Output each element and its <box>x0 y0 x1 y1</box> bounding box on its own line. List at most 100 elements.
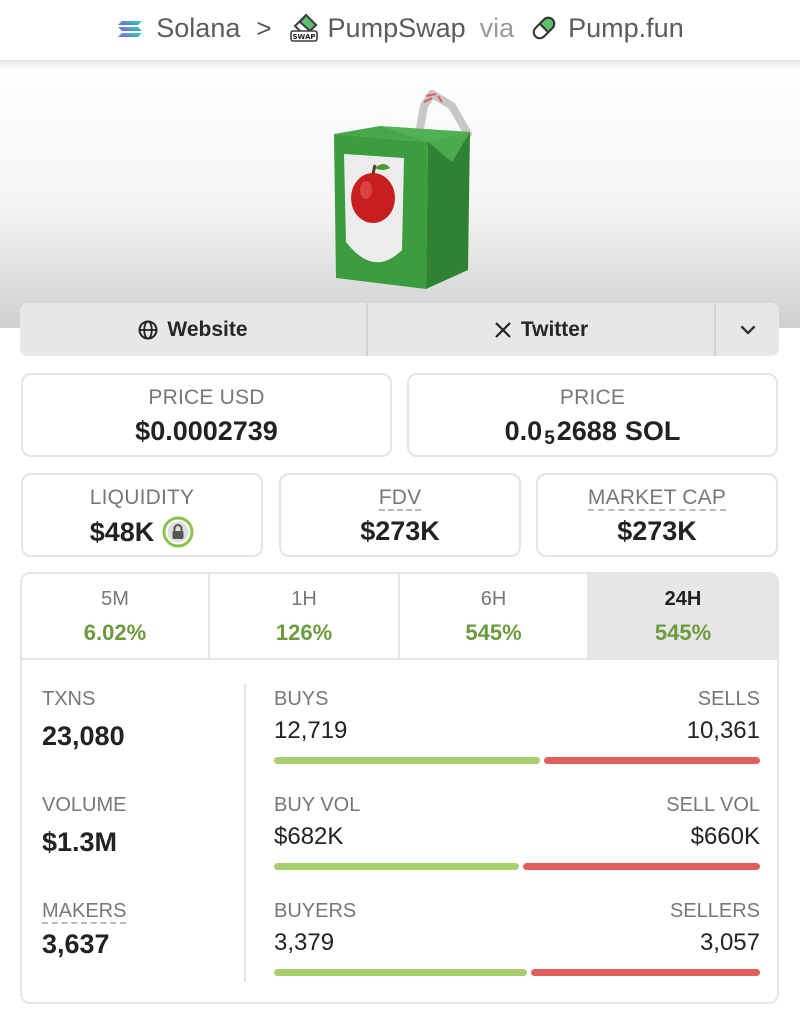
liquidity-value: $48K <box>89 516 155 547</box>
makers-stat[interactable]: MAKERS 3,637 <box>42 900 127 960</box>
price-native-digits: 2688 <box>556 416 617 446</box>
liquidity-value-row: $48K <box>23 516 261 548</box>
buys-sells-values: 12,719 10,361 <box>274 711 760 745</box>
volume-label: VOLUME <box>42 794 127 816</box>
breadcrumb-via: via <box>479 12 515 43</box>
price-native-unit: SOL <box>624 416 681 446</box>
buys-sells-labels: BUYS SELLS <box>274 688 760 711</box>
tab-6h[interactable]: 6H 545% <box>400 574 589 658</box>
txns-label: TXNS <box>42 688 96 710</box>
volume-stat: VOLUME $1.3M <box>42 794 126 858</box>
breadcrumb-chain-label: Solana <box>156 12 241 43</box>
liquidity-label: LIQUIDITY <box>89 486 195 509</box>
lock-icon[interactable] <box>162 516 194 548</box>
makers-split-labels: BUYERS SELLERS <box>274 900 760 923</box>
buy-vol-label: BUY VOL <box>274 794 361 816</box>
sellers-bar <box>531 969 760 976</box>
txns-value: 23,080 <box>42 721 125 751</box>
website-label: Website <box>167 317 248 341</box>
totals-column: TXNS 23,080 VOLUME $1.3M MAKERS 3,637 <box>22 660 246 1002</box>
fdv-label: FDV <box>378 486 422 511</box>
sellers-value: 3,057 <box>699 929 760 956</box>
market-cap-value: $273K <box>617 516 697 546</box>
tab-1h-label: 1H <box>291 588 317 610</box>
buys-label: BUYS <box>274 688 329 710</box>
breadcrumb-chain[interactable]: Solana <box>116 12 240 44</box>
twitter-label: Twitter <box>520 317 589 341</box>
makers-split-values: 3,379 3,057 <box>274 923 760 957</box>
volume-value: $1.3M <box>42 827 118 857</box>
tab-24h[interactable]: 24H 545% <box>589 574 777 658</box>
makers-label-wrap: MAKERS <box>42 900 127 924</box>
makers-ratio-bar <box>274 969 760 976</box>
market-cap-label: MARKET CAP <box>587 486 727 511</box>
makers-label: MAKERS <box>42 900 127 924</box>
sells-bar <box>543 757 760 764</box>
tab-5m-label: 5M <box>101 588 129 610</box>
buyers-bar <box>274 969 528 976</box>
social-links-bar: Website Twitter <box>20 303 779 356</box>
twitter-button[interactable]: Twitter <box>368 303 716 356</box>
more-links-button[interactable] <box>716 303 779 356</box>
breadcrumb-dex[interactable]: SWAP PumpSwap <box>288 12 466 44</box>
sell-vol-bar <box>522 863 760 870</box>
chevron-down-icon <box>740 325 755 334</box>
price-native-value: 0.0 5 2688 SOL <box>409 416 776 449</box>
tab-1h[interactable]: 1H 126% <box>210 574 400 658</box>
website-button[interactable]: Website <box>20 303 368 356</box>
volume-split-block: BUY VOL SELL VOL $682K $660K <box>274 794 760 870</box>
volume-ratio-bar <box>274 863 760 870</box>
pumpswap-icon-text: SWAP <box>292 33 315 41</box>
juice-box-image <box>334 90 472 289</box>
makers-value: 3,637 <box>42 929 110 959</box>
banner-shadow <box>0 60 800 70</box>
buys-sells-block: BUYS SELLS 12,719 10,361 <box>274 688 760 764</box>
volume-split-labels: BUY VOL SELL VOL <box>274 794 760 817</box>
price-usd-value: $0.0002739 <box>135 416 278 446</box>
tab-5m-change: 6.02% <box>83 620 147 645</box>
buys-bar <box>274 757 540 764</box>
sellers-label: SELLERS <box>669 900 760 922</box>
tab-24h-change: 545% <box>654 620 712 645</box>
sell-vol-value: $660K <box>690 823 760 850</box>
tab-1h-change: 126% <box>275 620 333 645</box>
market-cap-card[interactable]: MARKET CAP $273K <box>536 473 778 557</box>
price-native-label: PRICE <box>559 386 626 409</box>
tab-5m[interactable]: 5M 6.02% <box>22 574 210 658</box>
market-cap-label-wrap: MARKET CAP <box>538 486 776 511</box>
txns-stat: TXNS 23,080 <box>42 688 125 752</box>
fdv-value: $273K <box>360 516 440 546</box>
pumpswap-icon: SWAP <box>289 13 318 42</box>
breadcrumb-launchpad-label: Pump.fun <box>568 12 684 43</box>
makers-split-block: BUYERS SELLERS 3,379 3,057 <box>274 900 760 976</box>
price-native-prefix: 0.0 <box>504 416 543 446</box>
column-divider <box>244 684 246 982</box>
token-header-banner <box>0 60 800 328</box>
globe-icon <box>138 320 158 339</box>
chevron-right-icon: > <box>256 12 272 43</box>
sell-vol-label: SELL VOL <box>666 794 760 816</box>
price-native-card: PRICE 0.0 5 2688 SOL <box>407 373 778 457</box>
timeframe-tabs: 5M 6.02% 1H 126% 6H 545% 24H 545% <box>22 574 777 660</box>
sells-label: SELLS <box>697 688 760 710</box>
tab-6h-change: 545% <box>465 620 522 645</box>
solana-icon <box>118 21 143 37</box>
breadcrumb-launchpad[interactable]: Pump.fun <box>528 12 684 44</box>
price-native-zero-count: 5 <box>544 427 555 449</box>
buy-vol-bar <box>274 863 519 870</box>
tab-24h-label: 24H <box>664 588 702 610</box>
buys-sells-ratio-bar <box>274 757 760 764</box>
buys-value: 12,719 <box>274 717 348 744</box>
sells-value: 10,361 <box>686 717 760 744</box>
tab-6h-label: 6H <box>480 588 507 610</box>
liquidity-card: LIQUIDITY $48K <box>21 473 263 557</box>
buyers-label: BUYERS <box>274 900 357 922</box>
breadcrumb-dex-label: PumpSwap <box>327 12 466 43</box>
pill-icon <box>532 16 556 40</box>
buy-vol-value: $682K <box>274 823 344 850</box>
fdv-card[interactable]: FDV $273K <box>279 473 521 557</box>
trading-stats-panel: 5M 6.02% 1H 126% 6H 545% 24H 545% TXNS 2… <box>20 572 779 1004</box>
volume-split-values: $682K $660K <box>274 817 760 851</box>
breadcrumb: Solana > SWAP PumpSwap via Pump.fun <box>0 0 800 56</box>
price-usd-card: PRICE USD $0.0002739 <box>21 373 392 457</box>
